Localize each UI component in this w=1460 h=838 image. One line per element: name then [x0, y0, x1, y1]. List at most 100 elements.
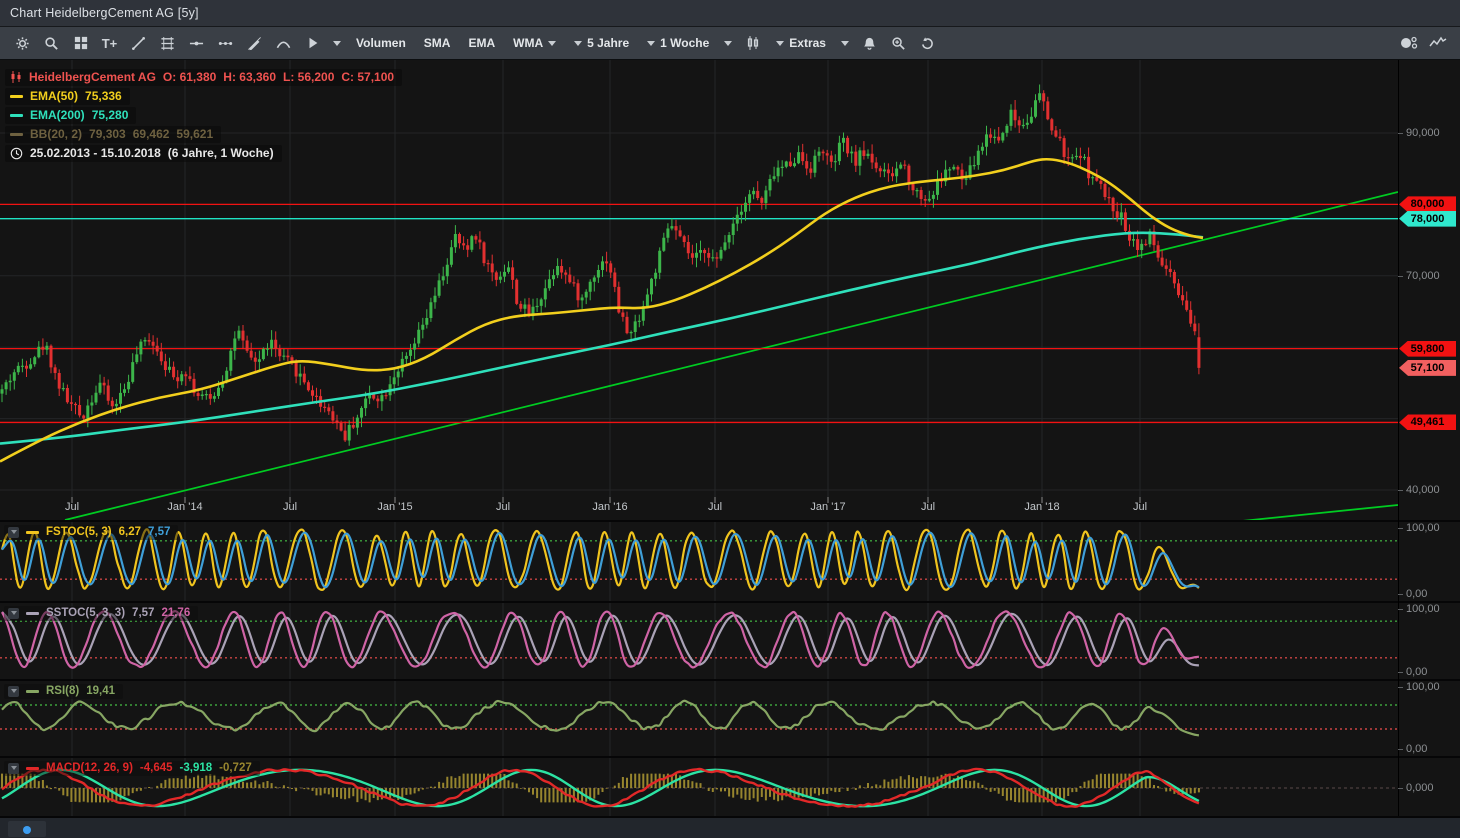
- extras-label: Extras: [789, 36, 826, 50]
- fstoc-value-2: 7,57: [148, 526, 170, 538]
- sma-button[interactable]: SMA: [415, 30, 460, 56]
- macd-value-3: -0,727: [219, 762, 252, 774]
- title-bar: Chart HeidelbergCement AG [5y]: [0, 0, 1460, 27]
- text-plus-icon[interactable]: T+: [95, 30, 124, 56]
- ema200-value: 75,280: [92, 108, 129, 122]
- wma-label: WMA: [513, 36, 543, 50]
- price-tag-78000[interactable]: 78,000: [1399, 211, 1456, 227]
- chart-area[interactable]: HeidelbergCement AG O: 61,380 H: 63,360 …: [0, 60, 1460, 838]
- arc-icon[interactable]: [269, 30, 298, 56]
- fstoc-label: FSTOC(5, 3): [46, 526, 112, 538]
- symbol-legend-row[interactable]: HeidelbergCement AG O: 61,380 H: 63,360 …: [5, 69, 402, 86]
- blue-dot-icon: [23, 826, 31, 834]
- panel-menu-icon[interactable]: [8, 608, 19, 619]
- x-axis-label: Jul: [708, 501, 722, 513]
- sstoc-label: SSTOC(5, 3, 3): [46, 607, 125, 619]
- fibonacci-icon[interactable]: [153, 30, 182, 56]
- panel-menu-icon[interactable]: [8, 763, 19, 774]
- ema50-swatch: [10, 95, 23, 98]
- bollinger-label: BB(20, 2): [30, 127, 82, 141]
- volumen-button[interactable]: Volumen: [347, 30, 415, 56]
- price-tag-49461[interactable]: 49,461: [1399, 414, 1456, 430]
- ohlc-low: L: 56,200: [283, 70, 334, 84]
- interval-label: 1 Woche: [660, 36, 709, 50]
- price-tag-80000[interactable]: 80,000: [1399, 196, 1456, 212]
- chart-application-window: Chart HeidelbergCement AG [5y] T+ Volume…: [0, 0, 1460, 838]
- y-axis-tick: [1398, 276, 1403, 277]
- indicator-legend-sstoc[interactable]: SSTOC(5, 3, 3)7,5721,76: [4, 606, 198, 621]
- hline-marker-icon[interactable]: [182, 30, 211, 56]
- chevron-down-icon[interactable]: [718, 30, 738, 56]
- bollinger-lower: 59,621: [176, 127, 213, 141]
- rsi-axis-label: 100,00: [1406, 681, 1440, 693]
- pencil-icon[interactable]: [240, 30, 269, 56]
- bollinger-legend-row[interactable]: BB(20, 2) 79,303 69,462 59,621: [5, 126, 221, 143]
- price-tag-59800[interactable]: 59,800: [1399, 341, 1456, 357]
- panel-menu-icon[interactable]: [8, 527, 19, 538]
- indicator-legend-fstoc[interactable]: FSTOC(5, 3) 6,27 7,57: [4, 525, 178, 540]
- text-plus-glyph: T+: [102, 36, 118, 51]
- gear-icon[interactable]: [8, 30, 37, 56]
- indicator-legend-macd[interactable]: MACD(12, 26, 9)-4,645-3,918-0,727: [4, 761, 260, 776]
- ema200-legend-row[interactable]: EMA(200) 75,280: [5, 107, 136, 124]
- bottom-bar: [0, 816, 1460, 838]
- ema50-value: 75,336: [85, 89, 122, 103]
- y-axis-tick: [1398, 490, 1403, 491]
- panel-menu-icon[interactable]: [8, 686, 19, 697]
- undo-icon[interactable]: [913, 30, 942, 56]
- panel-separator: [0, 520, 1460, 522]
- sma-label: SMA: [424, 36, 451, 50]
- period-label: 5 Jahre: [587, 36, 629, 50]
- layout-grid-icon[interactable]: [66, 30, 95, 56]
- zoom-in-icon[interactable]: [884, 30, 913, 56]
- price-tag-57100[interactable]: 57,100: [1399, 360, 1456, 376]
- ohlc-close: C: 57,100: [341, 70, 394, 84]
- panel-separator: [0, 601, 1460, 603]
- chevron-down-icon[interactable]: [835, 30, 855, 56]
- rsi-panel[interactable]: [0, 681, 1398, 757]
- rsi-value-1: 19,41: [86, 685, 115, 697]
- bubbles-icon[interactable]: [1394, 30, 1423, 56]
- x-axis-label: Jul: [1133, 501, 1147, 513]
- bell-icon[interactable]: [855, 30, 884, 56]
- rsi-label: RSI(8): [46, 685, 79, 697]
- main-legend: HeidelbergCement AG O: 61,380 H: 63,360 …: [5, 69, 402, 162]
- symbol-name: HeidelbergCement AG: [29, 70, 156, 84]
- axis-divider: [1398, 60, 1399, 816]
- ema200-label: EMA(200): [30, 108, 85, 122]
- chevron-down-icon: [647, 41, 655, 46]
- line-chart-icon[interactable]: [1423, 30, 1452, 56]
- interval-dropdown[interactable]: 1 Woche: [638, 30, 718, 56]
- extras-dropdown[interactable]: Extras: [767, 30, 835, 56]
- play-marker-icon[interactable]: [298, 30, 327, 56]
- fstoc-swatch: [26, 531, 39, 534]
- date-range-row: 25.02.2013 - 15.10.2018 (6 Jahre, 1 Woch…: [5, 145, 282, 162]
- ema-label: EMA: [468, 36, 495, 50]
- search-icon[interactable]: [37, 30, 66, 56]
- chevron-down-icon[interactable]: [327, 30, 347, 56]
- macd-value-1: -4,645: [140, 762, 173, 774]
- status-dot-button[interactable]: [8, 821, 46, 837]
- x-axis-label: Jul: [496, 501, 510, 513]
- clock-icon: [10, 147, 23, 160]
- rsi-swatch: [26, 690, 39, 693]
- period-dropdown[interactable]: 5 Jahre: [565, 30, 638, 56]
- rsi-axis-label: 0,00: [1406, 743, 1427, 755]
- dotted-line-icon[interactable]: [211, 30, 240, 56]
- sstoc-panel[interactable]: [0, 603, 1398, 680]
- toolbar-right-group: [1394, 30, 1452, 56]
- candle-style-icon[interactable]: [738, 30, 767, 56]
- fstoc-panel[interactable]: [0, 522, 1398, 602]
- trendline-icon[interactable]: [124, 30, 153, 56]
- window-title: Chart HeidelbergCement AG [5y]: [10, 6, 199, 20]
- x-axis-label: Jan '15: [377, 501, 412, 513]
- macd-axis-label: 0,000: [1406, 782, 1434, 794]
- sstoc-swatch: [26, 612, 39, 615]
- fstoc-value-1: 6,27: [119, 526, 141, 538]
- ema50-legend-row[interactable]: EMA(50) 75,336: [5, 88, 130, 105]
- bollinger-middle: 69,462: [133, 127, 170, 141]
- indicator-legend-rsi[interactable]: RSI(8) 19,41: [4, 684, 123, 699]
- toolbar: T+ Volumen SMA EMA WMA 5 Jahre 1 Woche E…: [0, 27, 1460, 60]
- ema-button[interactable]: EMA: [459, 30, 504, 56]
- wma-button[interactable]: WMA: [504, 30, 565, 56]
